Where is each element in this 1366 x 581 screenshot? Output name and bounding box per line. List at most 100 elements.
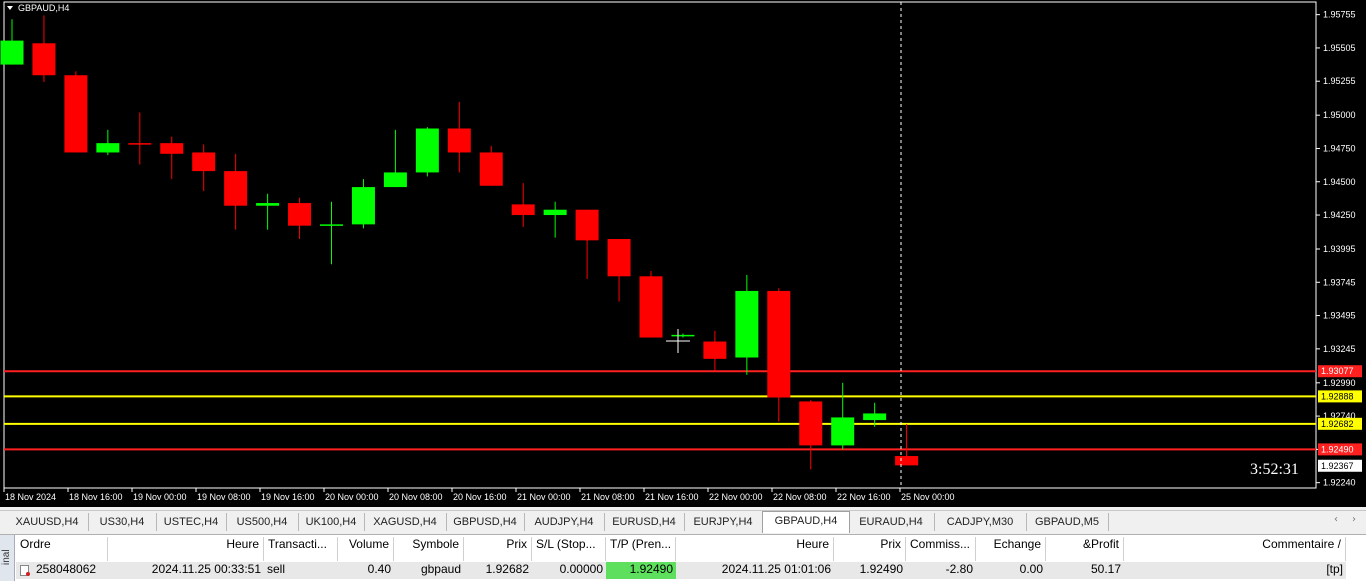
- time-tick-label: 20 Nov 00:00: [325, 492, 379, 502]
- candle-body: [64, 75, 88, 153]
- candle-body: [224, 171, 248, 206]
- time-tick-label: 22 Nov 08:00: [773, 492, 827, 502]
- order-status-dot: [26, 572, 30, 576]
- candle-body: [799, 401, 823, 446]
- cell-heure-close: 2024.11.25 01:01:06: [676, 562, 834, 579]
- column-header-sl[interactable]: S/L (Stop...: [532, 537, 606, 561]
- candle-body: [192, 152, 216, 172]
- candle-body: [831, 417, 855, 446]
- tab-gbpusd-h4[interactable]: GBPUSD,H4: [446, 513, 525, 531]
- tab-eurjpy-h4[interactable]: EURJPY,H4: [684, 513, 763, 531]
- candle-body: [0, 40, 24, 65]
- candle-body: [607, 239, 631, 277]
- tab-scroll-left-icon[interactable]: ‹: [1334, 514, 1338, 525]
- time-tick-label: 19 Nov 00:00: [133, 492, 187, 502]
- tab-xauusd-h4[interactable]: XAUUSD,H4: [6, 513, 89, 531]
- cell-sl: 0.00000: [532, 562, 606, 579]
- tab-scroll-right-icon[interactable]: ›: [1352, 514, 1356, 525]
- candle-body: [639, 276, 663, 338]
- candle-body: [543, 209, 567, 216]
- column-header-commentaire[interactable]: Commentaire /: [1124, 537, 1346, 561]
- price-tick-label: 1.95755: [1323, 10, 1356, 20]
- cell-prix: 1.92682: [464, 562, 532, 579]
- price-tick-label: 1.95255: [1323, 76, 1356, 86]
- tab-cadjpy-m30[interactable]: CADJPY,M30: [934, 513, 1027, 531]
- price-level-tag-label: 1.92490: [1321, 444, 1354, 454]
- column-header-heure[interactable]: Heure: [108, 537, 264, 561]
- price-level-tag-label: 1.92888: [1321, 391, 1354, 401]
- candle-body: [32, 43, 56, 76]
- bar-countdown: 3:52:31: [1250, 461, 1299, 478]
- plot-frame: [3, 1, 1317, 489]
- tab-eurusd-h4[interactable]: EURUSD,H4: [604, 513, 685, 531]
- time-tick-label: 19 Nov 16:00: [261, 492, 315, 502]
- column-header-symbole[interactable]: Symbole: [394, 537, 464, 561]
- candle-body: [160, 143, 184, 154]
- cell-tp: 1.92490: [606, 562, 676, 579]
- cell-commission: -2.80: [906, 562, 976, 579]
- terminal-side-label: inal: [0, 535, 15, 581]
- time-tick-label: 18 Nov 16:00: [69, 492, 123, 502]
- candle-body: [288, 203, 312, 226]
- time-tick-label: 21 Nov 08:00: [581, 492, 635, 502]
- candle-body: [863, 413, 887, 421]
- time-tick-label: 20 Nov 08:00: [389, 492, 443, 502]
- chart-tab-bar: XAUUSD,H4 US30,H4 USTEC,H4 US500,H4 UK100,H4…: [0, 510, 1366, 533]
- tab-gbpaud-h4[interactable]: GBPAUD,H4: [762, 511, 850, 533]
- time-tick-label: 20 Nov 16:00: [453, 492, 507, 502]
- tab-us30-h4[interactable]: US30,H4: [88, 513, 157, 531]
- cell-volume: 0.40: [338, 562, 394, 579]
- column-header-ordre[interactable]: Ordre: [16, 537, 108, 561]
- price-tick-label: 1.93245: [1323, 344, 1356, 354]
- candle-body: [735, 290, 759, 358]
- column-header-heure-close[interactable]: Heure: [676, 537, 834, 561]
- column-header-commission[interactable]: Commiss...: [906, 537, 976, 561]
- column-header-prix-close[interactable]: Prix: [834, 537, 906, 561]
- column-header-profit[interactable]: &Profit: [1046, 537, 1124, 561]
- price-tick-label: 1.95000: [1323, 110, 1356, 120]
- cell-heure: 2024.11.25 00:33:51: [108, 562, 264, 579]
- time-tick-label: 21 Nov 00:00: [517, 492, 571, 502]
- candle-body: [383, 172, 407, 188]
- candle-body: [511, 204, 535, 216]
- candle-body: [895, 456, 919, 466]
- tab-xagusd-h4[interactable]: XAGUSD,H4: [364, 513, 447, 531]
- tab-uk100-h4[interactable]: UK100,H4: [298, 513, 365, 531]
- column-header-prix[interactable]: Prix: [464, 537, 532, 561]
- candle-body: [128, 143, 152, 145]
- candle-body: [96, 143, 120, 153]
- tab-gbpaud-m5[interactable]: GBPAUD,M5: [1026, 513, 1109, 531]
- column-header-echange[interactable]: Echange: [976, 537, 1046, 561]
- candle-body: [575, 209, 599, 241]
- column-header-volume[interactable]: Volume: [338, 537, 394, 561]
- tab-ustec-h4[interactable]: USTEC,H4: [156, 513, 227, 531]
- candle-body: [767, 290, 791, 398]
- current-price-label: 1.92367: [1321, 461, 1354, 471]
- cell-commentaire: [tp]: [1124, 562, 1346, 579]
- price-level-tag-label: 1.93077: [1321, 366, 1354, 376]
- price-tick-label: 1.93995: [1323, 244, 1356, 254]
- chart-window[interactable]: 1.95755 1.95505 1.95255 1.95000 1.94750 1.945…: [0, 0, 1366, 507]
- candle-body: [415, 128, 439, 173]
- price-tick-label: 1.93495: [1323, 311, 1356, 321]
- cell-transaction: sell: [264, 562, 338, 579]
- cell-ordre: 258048062: [16, 562, 108, 579]
- time-tick-label: 25 Nov 00:00: [901, 492, 955, 502]
- price-tick-label: 1.94500: [1323, 177, 1356, 187]
- terminal-panel: inal Ordre Heure Transacti... Volume Symbole…: [0, 534, 1366, 581]
- tab-us500-h4[interactable]: US500,H4: [226, 513, 299, 531]
- tab-audjpy-h4[interactable]: AUDJPY,H4: [524, 513, 605, 531]
- candlestick-chart[interactable]: 1.95755 1.95505 1.95255 1.95000 1.94750 1.945…: [0, 0, 1366, 507]
- candle-body: [671, 334, 695, 337]
- price-tick-label: 1.94750: [1323, 143, 1356, 153]
- column-header-transaction[interactable]: Transacti...: [264, 537, 338, 561]
- time-tick-label: 21 Nov 16:00: [645, 492, 699, 502]
- time-tick-label: 22 Nov 16:00: [837, 492, 891, 502]
- order-document-icon: [20, 565, 30, 576]
- column-header-tp[interactable]: T/P (Pren...: [606, 537, 676, 561]
- cell-profit: 50.17: [1046, 562, 1124, 579]
- tab-euraud-h4[interactable]: EURAUD,H4: [848, 513, 935, 531]
- time-tick-label: 19 Nov 08:00: [197, 492, 251, 502]
- candle-body: [703, 341, 727, 359]
- price-tick-label: 1.94250: [1323, 210, 1356, 220]
